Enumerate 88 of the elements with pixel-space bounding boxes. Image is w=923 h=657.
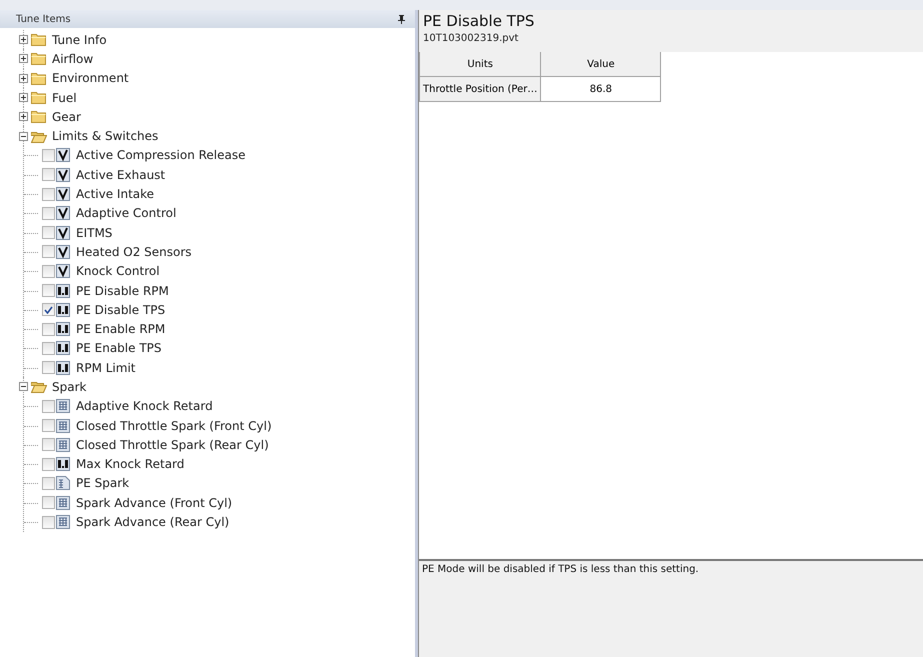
- checkbox[interactable]: [42, 419, 55, 432]
- tree-item[interactable]: EITMS: [76, 226, 112, 240]
- tree-item[interactable]: Spark Advance (Rear Cyl): [76, 515, 230, 530]
- tree-item[interactable]: Limits & Switches: [52, 129, 158, 144]
- tree-item[interactable]: Tune Info: [52, 32, 107, 47]
- folder-icon: [31, 130, 47, 143]
- tree-item[interactable]: Airflow: [52, 52, 94, 66]
- description-text: PE Mode will be disabled if TPS is less than this setting.: [422, 564, 699, 575]
- folder-icon: [31, 91, 47, 104]
- tree-item[interactable]: PE Spark: [76, 476, 130, 490]
- folder-icon: [31, 52, 47, 66]
- expand-icon[interactable]: [19, 35, 28, 44]
- value-cell[interactable]: 86.8: [540, 76, 661, 102]
- checkbox[interactable]: [42, 245, 55, 258]
- checkbox[interactable]: [42, 342, 55, 355]
- tree-item[interactable]: Fuel: [52, 90, 77, 105]
- value-icon: [56, 284, 70, 298]
- tree-item[interactable]: Closed Throttle Spark (Rear Cyl): [76, 438, 269, 452]
- grid-icon: [56, 418, 70, 433]
- checkbox[interactable]: [42, 188, 55, 201]
- switch-icon: [56, 148, 70, 162]
- checkbox[interactable]: [42, 284, 55, 297]
- row-header: Throttle Position (Per…: [420, 76, 541, 102]
- grid-icon: [56, 438, 70, 452]
- tree-item[interactable]: Spark Advance (Front Cyl): [76, 496, 232, 510]
- checkbox[interactable]: [42, 226, 55, 240]
- tree-item[interactable]: Max Knock Retard: [76, 457, 184, 472]
- tree-item[interactable]: Spark: [52, 380, 86, 394]
- expand-icon[interactable]: [19, 112, 28, 122]
- tree-item[interactable]: Active Intake: [76, 187, 154, 202]
- checkbox[interactable]: [42, 438, 55, 452]
- item-title: PE Disable TPS: [423, 12, 536, 30]
- switch-icon: [56, 206, 70, 220]
- switch-icon: [56, 226, 70, 240]
- column-icon: [56, 476, 70, 490]
- tree-item[interactable]: PE Disable RPM: [76, 284, 169, 298]
- value-icon: [56, 341, 70, 356]
- checkbox[interactable]: [42, 516, 55, 529]
- expand-icon[interactable]: [19, 54, 28, 64]
- checkbox[interactable]: [42, 458, 55, 471]
- panel-title: Tune Items: [16, 14, 71, 24]
- pin-icon[interactable]: [398, 14, 405, 24]
- checkbox[interactable]: [42, 476, 55, 490]
- checkbox[interactable]: [42, 168, 55, 182]
- tree-item[interactable]: Heated O2 Sensors: [76, 244, 192, 259]
- folder-icon: [31, 72, 47, 85]
- tree-item[interactable]: Active Compression Release: [76, 148, 246, 162]
- switch-icon: [56, 168, 70, 182]
- expand-icon[interactable]: [19, 93, 28, 102]
- checkbox[interactable]: [42, 361, 55, 374]
- checkbox[interactable]: [42, 206, 55, 220]
- folder-icon: [31, 110, 47, 124]
- tree-item[interactable]: PE Enable TPS: [76, 341, 162, 356]
- tree-item[interactable]: PE Enable RPM: [76, 322, 166, 336]
- value-icon: [56, 302, 70, 317]
- checkbox[interactable]: [42, 322, 55, 336]
- grid-icon: [56, 496, 70, 510]
- grid-icon: [56, 515, 70, 530]
- switch-icon: [56, 264, 70, 278]
- check-icon: [44, 306, 53, 314]
- collapse-icon[interactable]: [19, 382, 28, 392]
- checkbox[interactable]: [42, 303, 55, 316]
- switch-icon: [56, 244, 70, 259]
- tree-item[interactable]: Gear: [52, 110, 81, 124]
- checkbox[interactable]: [42, 148, 55, 162]
- expand-icon[interactable]: [19, 74, 28, 83]
- tree-item[interactable]: Environment: [52, 71, 129, 86]
- value-icon: [56, 457, 70, 472]
- tree-item[interactable]: Adaptive Knock Retard: [76, 399, 213, 414]
- value-icon: [56, 360, 70, 375]
- checkbox[interactable]: [42, 496, 55, 510]
- value-icon: [56, 322, 70, 336]
- tree-item[interactable]: Adaptive Control: [76, 206, 176, 220]
- column-header: Value: [540, 52, 661, 76]
- folder-icon: [31, 380, 47, 394]
- file-name: 10T103002319.pvt: [423, 33, 520, 44]
- checkbox[interactable]: [42, 264, 55, 278]
- tree-item[interactable]: Knock Control: [76, 264, 160, 278]
- switch-icon: [56, 187, 70, 202]
- column-header: Units: [420, 52, 541, 76]
- folder-icon: [31, 33, 47, 46]
- tree-item[interactable]: RPM Limit: [76, 360, 136, 375]
- tree-item[interactable]: PE Disable TPS: [76, 302, 166, 317]
- collapse-icon[interactable]: [19, 132, 28, 141]
- grid-icon: [56, 399, 70, 414]
- tree-item[interactable]: Closed Throttle Spark (Front Cyl): [76, 418, 272, 433]
- checkbox[interactable]: [42, 400, 55, 413]
- tree-item[interactable]: Active Exhaust: [76, 168, 166, 182]
